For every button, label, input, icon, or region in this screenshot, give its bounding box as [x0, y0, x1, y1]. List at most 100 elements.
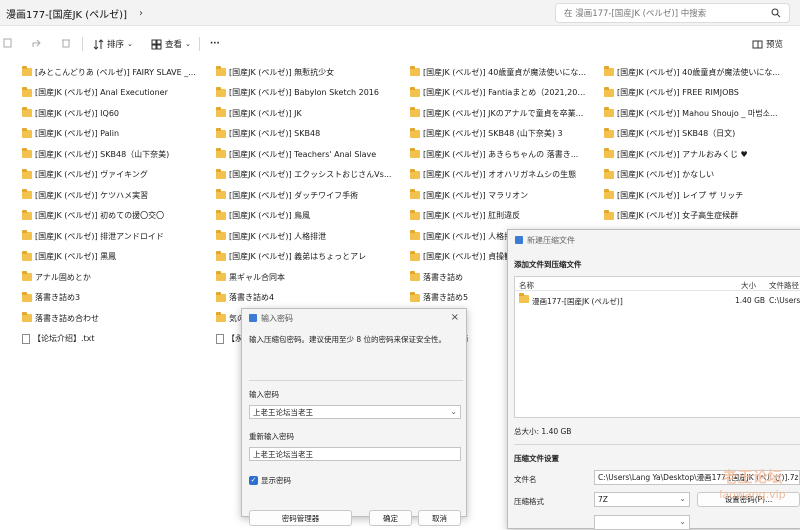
file-item[interactable]: [国産JK (ペルゼ)] 義弟はちょっとアレ: [216, 250, 396, 264]
file-name: [国産JK (ペルゼ)] 40歳童貞が魔法使いにな...: [617, 67, 780, 77]
file-item[interactable]: [国産JK (ペルゼ)] アナルおみくじ ♥: [604, 147, 784, 161]
file-item[interactable]: [国産JK (ペルゼ)] マラリオン: [410, 188, 590, 202]
file-item[interactable]: [国産JK (ペルゼ)] あきらちゃんの 落書き...: [410, 147, 590, 161]
file-name: [国産JK (ペルゼ)] FREE RIMJOBS: [617, 88, 739, 97]
file-item[interactable]: [国産JK (ペルゼ)] ダッチワイフ手術: [216, 188, 396, 202]
chevron-down-icon[interactable]: ⌄: [679, 494, 686, 503]
column-size[interactable]: 大小: [741, 280, 756, 291]
list-item[interactable]: 漫画177-[国産JK (ペルゼ)] 1.40 GB C:\Users\: [515, 293, 800, 306]
file-item[interactable]: [国産JK (ペルゼ)] SKB48: [216, 127, 396, 141]
file-item[interactable]: [国産JK (ペルゼ)] 初めての援〇交〇: [22, 209, 202, 223]
file-item[interactable]: [国産JK (ペルゼ)] 40歳童貞が魔法使いにな...: [410, 65, 590, 79]
file-item[interactable]: [国産JK (ペルゼ)] SKB48（日文): [604, 127, 784, 141]
file-item[interactable]: [国産JK (ペルゼ)] FREE RIMJOBS: [604, 86, 784, 100]
folder-icon: [22, 127, 32, 138]
folder-icon: [604, 86, 614, 97]
breadcrumb[interactable]: 漫画177-[国産JK (ペルゼ)] ›: [6, 4, 143, 22]
file-item[interactable]: [国産JK (ペルゼ)] レイプ ザ リッチ: [604, 188, 784, 202]
chevron-down-icon[interactable]: ⌄: [679, 517, 686, 526]
file-item[interactable]: [国産JK (ペルゼ)] 無慙抗少女: [216, 65, 396, 79]
folder-icon: [22, 66, 32, 76]
file-item[interactable]: 【论坛介绍】.txt: [22, 332, 202, 346]
file-item[interactable]: [国産JK (ペルゼ)] ヴァイキング: [22, 168, 202, 182]
file-name: 落書き詰め3: [35, 293, 81, 302]
file-item[interactable]: [国産JK (ペルゼ)] かなしい: [604, 168, 784, 182]
format-select[interactable]: 7Z ⌄: [594, 492, 690, 507]
confirm-password-field[interactable]: 上老王论坛当老王: [249, 447, 461, 461]
file-item[interactable]: [国産JK (ペルゼ)] IQ60: [22, 106, 202, 120]
password-field[interactable]: 上老王论坛当老王 ⌄: [249, 405, 461, 419]
dialog-title-bar[interactable]: 新建压缩文件: [508, 230, 800, 250]
search-placeholder: 在 漫画177-[国産JK (ペルゼ)] 中搜索: [564, 9, 707, 19]
folder-icon: [604, 189, 614, 199]
file-name: アナル固めとか: [35, 272, 91, 282]
divider: [249, 380, 463, 381]
file-item[interactable]: [国産JK (ペルゼ)] 40歳童貞が魔法使いにな...: [604, 65, 784, 79]
view-button[interactable]: 查看 ⌄: [151, 36, 191, 52]
folder-icon: [604, 209, 614, 220]
file-item[interactable]: [国産JK (ペルゼ)] JK: [216, 106, 396, 120]
file-item[interactable]: 黒ギャル合同本: [216, 270, 396, 284]
file-item[interactable]: [国産JK (ペルゼ)] 黒鳳: [22, 250, 202, 264]
column-path[interactable]: 文件路径: [769, 280, 799, 291]
search-icon[interactable]: [771, 8, 781, 18]
file-item[interactable]: [国産JK (ペルゼ)] JKのアナルで童貞を卒業...: [410, 106, 590, 120]
search-input[interactable]: 在 漫画177-[国産JK (ペルゼ)] 中搜索: [555, 3, 790, 23]
share-icon[interactable]: [31, 37, 43, 49]
sort-button[interactable]: 排序 ⌄: [93, 36, 133, 52]
chevron-down-icon[interactable]: ⌄: [450, 407, 457, 416]
file-item[interactable]: [国産JK (ペルゼ)] Babylon Sketch 2016: [216, 86, 396, 100]
file-item[interactable]: [国産JK (ペルゼ)] オオハリガネムシの生態: [410, 168, 590, 182]
file-item[interactable]: 落書き詰め4: [216, 291, 396, 305]
folder-icon: [216, 271, 226, 281]
file-item[interactable]: 落書き詰め3: [22, 291, 202, 305]
file-item[interactable]: [国産JK (ペルゼ)] 鳥風: [216, 209, 396, 223]
file-item[interactable]: [国産JK (ペルゼ)] 人格排泄: [216, 229, 396, 243]
copy-icon[interactable]: [2, 37, 14, 49]
file-name: [国産JK (ペルゼ)] 人格排泄: [229, 231, 327, 241]
dialog-title-bar[interactable]: 输入密码 ×: [242, 309, 466, 327]
folder-icon: [604, 148, 614, 158]
file-name: [国産JK (ペルゼ)] Anal Executioner: [35, 88, 168, 97]
file-item[interactable]: [国産JK (ペルゼ)] 女子高生症候群: [604, 209, 784, 223]
file-name: [国産JK (ペルゼ)] IQ60: [35, 108, 120, 118]
chevron-right-icon[interactable]: ›: [139, 8, 143, 19]
file-item[interactable]: [国産JK (ペルゼ)] エクッシストおじさんVs...: [216, 168, 396, 182]
file-item[interactable]: [国産JK (ペルゼ)] SKB48（山下奈美): [22, 147, 202, 161]
breadcrumb-current[interactable]: 漫画177-[国産JK (ペルゼ)]: [6, 6, 127, 21]
more-options-button[interactable]: ···: [210, 36, 220, 52]
close-icon[interactable]: ×: [451, 312, 459, 323]
file-item[interactable]: [国産JK (ペルゼ)] Fantiaまとめ（2021,202...: [410, 86, 590, 100]
file-item[interactable]: [国産JK (ペルゼ)] ケツハメ実習: [22, 188, 202, 202]
file-item[interactable]: 落書き詰め合わせ: [22, 311, 202, 325]
password-hint: 输入压缩包密码。建议使用至少 8 位的密码来保证安全性。: [249, 335, 447, 344]
file-item[interactable]: [国産JK (ペルゼ)] Teachers' Anal Slave: [216, 147, 396, 161]
compression-level-select[interactable]: ⌄: [594, 515, 690, 530]
file-item[interactable]: [国産JK (ペルゼ)] SKB48 (山下奈美) 3: [410, 127, 590, 141]
file-item[interactable]: [みとこんどりあ (ペルゼ)] FAIRY SLAVE _...: [22, 65, 202, 79]
ok-button[interactable]: 确定: [369, 510, 412, 526]
file-item[interactable]: アナル固めとか: [22, 270, 202, 284]
file-item[interactable]: [国産JK (ペルゼ)] Mahou Shoujo _ 마법소...: [604, 106, 784, 120]
password-manager-button[interactable]: 密码管理器: [249, 510, 352, 526]
file-name: 【论坛介绍】.txt: [33, 334, 95, 343]
folder-icon: [410, 127, 420, 138]
preview-button[interactable]: 预览: [752, 36, 783, 52]
total-size: 总大小: 1.40 GB: [514, 427, 572, 436]
file-item[interactable]: [国産JK (ペルゼ)] 排泄アンドロイド: [22, 229, 202, 243]
cancel-button[interactable]: 取消: [418, 510, 461, 526]
chevron-down-icon: ⌄: [185, 40, 191, 48]
file-list[interactable]: 名称 大小 文件路径 漫画177-[国産JK (ペルゼ)] 1.40 GB C:…: [514, 276, 800, 418]
show-password-label: 显示密码: [261, 476, 291, 485]
sort-icon: [93, 38, 104, 50]
show-password-checkbox[interactable]: ✓ 显示密码: [249, 475, 291, 486]
delete-icon[interactable]: [60, 37, 72, 49]
file-item[interactable]: [国産JK (ペルゼ)] Palin: [22, 127, 202, 141]
file-name: [国産JK (ペルゼ)] Palin: [35, 129, 120, 138]
preview-label: 预览: [766, 40, 784, 50]
file-item[interactable]: [国産JK (ペルゼ)] Anal Executioner: [22, 86, 202, 100]
folder-icon: [216, 291, 226, 302]
file-item[interactable]: [国産JK (ペルゼ)] 肛則違反: [410, 209, 590, 223]
column-name[interactable]: 名称: [519, 280, 534, 291]
folder-icon: [216, 230, 226, 240]
